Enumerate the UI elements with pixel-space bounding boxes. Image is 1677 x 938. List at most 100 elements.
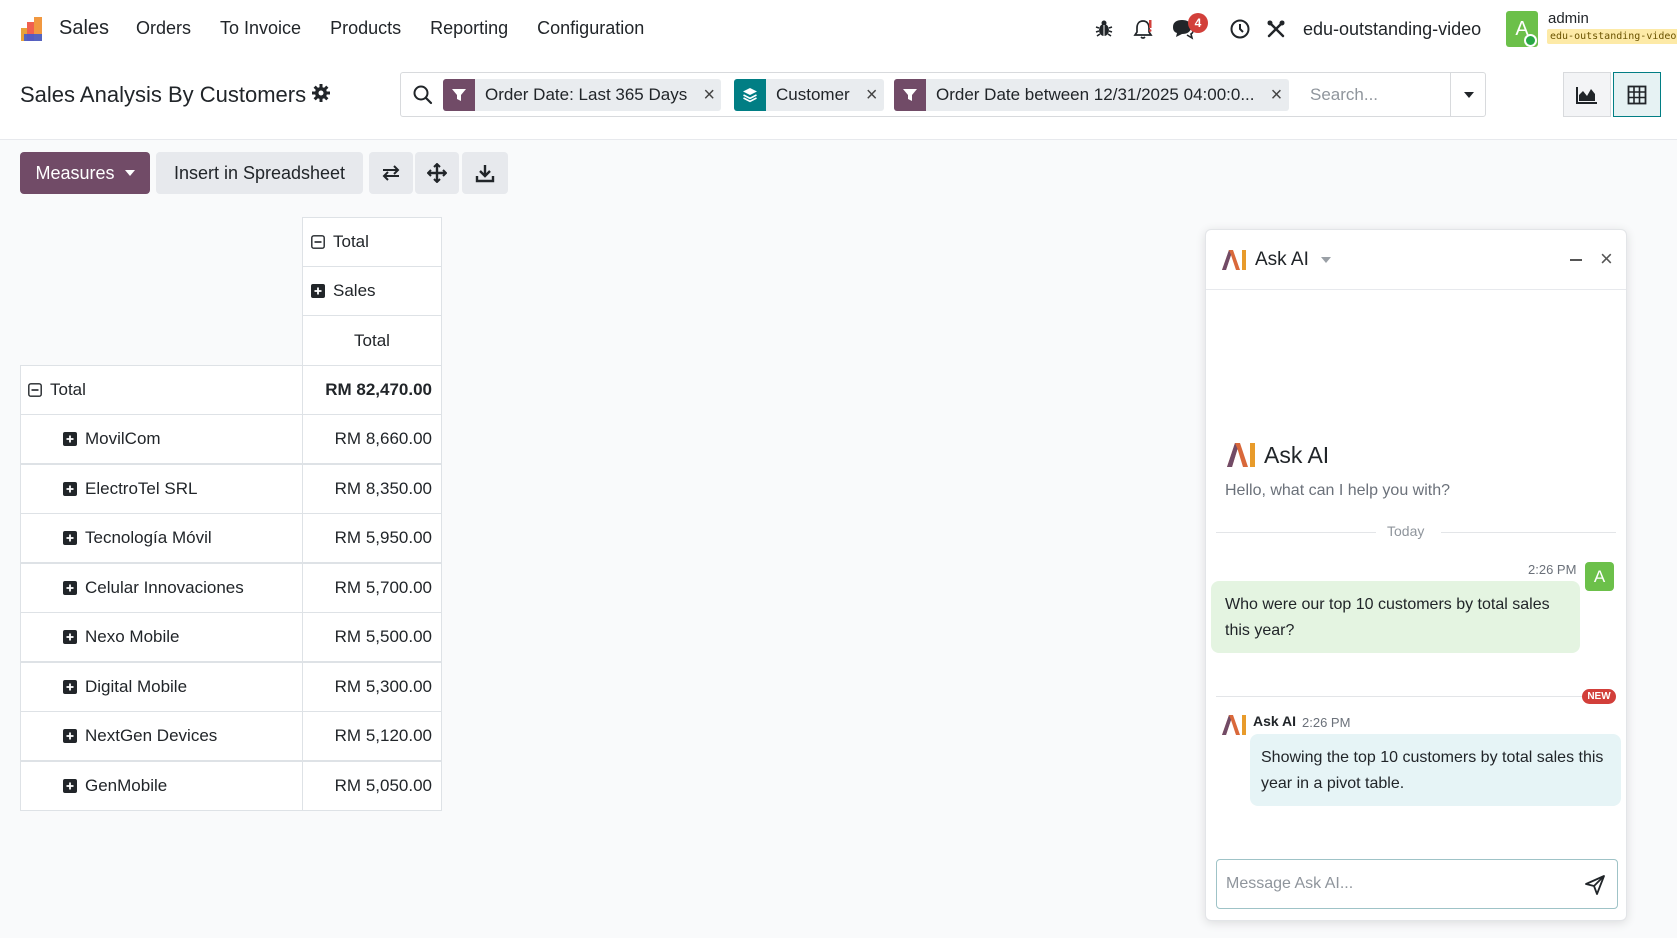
ask-ai-avatar-icon [1222,715,1246,735]
row-header-label: GenMobile [85,775,168,795]
remove-facet-icon[interactable]: × [860,79,884,111]
app-name[interactable]: Sales [59,17,109,40]
row-header-customer[interactable]: Digital Mobile [20,661,303,712]
expand-all-button[interactable] [415,152,459,194]
search-options-toggle[interactable] [1450,73,1486,116]
row-header-customer[interactable]: Tecnología Móvil [20,513,303,563]
row-header-label: MovilCom [85,429,161,448]
ask-ai-greeting: Hello, what can I help you with? [1225,482,1451,499]
row-header-label: ElectroTel SRL [85,478,198,498]
row-header-label: Celular Innovaciones [85,577,244,597]
chevron-down-icon[interactable] [1321,257,1331,263]
row-header-label: Total [50,380,86,399]
value-cell[interactable]: RM 5,050.00 [302,760,442,811]
menu-orders[interactable]: Orders [136,18,191,39]
pivot-view-button[interactable] [1613,72,1661,117]
menu-to-invoice[interactable]: To Invoice [220,18,301,39]
message-count-badge: 4 [1188,13,1208,33]
row-header-label: Digital Mobile [85,676,188,696]
row-header-customer[interactable]: GenMobile [20,760,303,811]
date-separator: Today [1387,523,1425,539]
facet-order-date-between[interactable]: Order Date between 12/31/2025 04:00:0...… [894,79,1289,111]
ask-ai-welcome-title: Ask AI [1264,442,1330,468]
user-name[interactable]: admin [1548,10,1589,27]
gear-icon[interactable] [311,83,331,103]
bug-icon[interactable] [1092,17,1116,41]
graph-view-button[interactable] [1563,72,1611,117]
database-name[interactable]: edu-outstanding-video [1303,19,1481,40]
col-header-total[interactable]: Total [302,217,442,267]
search-input[interactable] [1310,80,1450,110]
online-status-dot [1524,34,1537,47]
minimize-icon[interactable] [1570,259,1582,261]
tools-icon[interactable] [1264,17,1288,41]
new-badge: NEW [1582,689,1616,704]
expand-icon [63,729,77,743]
menu-products[interactable]: Products [330,18,401,39]
flip-axis-button[interactable] [369,152,413,194]
row-header-customer[interactable]: NextGen Devices [20,711,303,761]
value-cell[interactable]: RM 5,300.00 [302,661,442,712]
row-header-customer[interactable]: Celular Innovaciones [20,562,303,613]
message-input[interactable] [1226,869,1566,899]
facet-order-date-365[interactable]: Order Date: Last 365 Days × [443,79,722,111]
expand-icon [63,580,77,595]
layers-icon [734,79,766,111]
row-header-customer[interactable]: Nexo Mobile [20,612,303,662]
ai-message-time: 2:26 PM [1302,715,1351,730]
new-messages-divider [1216,696,1582,697]
value-cell[interactable]: RM 8,350.00 [302,463,442,514]
measure-header-label: Total [354,330,390,350]
insert-in-spreadsheet-button[interactable]: Insert in Spreadsheet [156,152,363,194]
close-icon[interactable]: × [1600,246,1613,272]
value-cell[interactable]: RM 5,500.00 [302,612,442,662]
ask-ai-panel: Ask AI × Ask AI Hello, what can I help y… [1205,229,1627,921]
row-header-total[interactable]: Total [20,365,303,415]
value-cell[interactable]: RM 8,660.00 [302,414,442,464]
arrows-expand-icon [427,163,447,183]
facet-groupby-customer[interactable]: Customer × [734,79,884,111]
caret-down-icon [1463,91,1474,98]
remove-facet-icon[interactable]: × [1265,79,1289,111]
measures-button[interactable]: Measures [20,152,150,194]
value-cell[interactable]: RM 5,950.00 [302,513,442,563]
expand-icon [63,778,77,793]
col-header-label: Total [333,232,369,251]
search-icon[interactable] [412,84,434,106]
ask-ai-title[interactable]: Ask AI [1255,249,1309,271]
value-cell[interactable]: RM 5,120.00 [302,711,442,761]
download-button[interactable] [462,152,508,194]
control-panel: Sales Analysis By Customers Order Date: … [0,58,1677,140]
bell-icon[interactable] [1131,17,1155,41]
measure-header[interactable]: Total [302,315,442,366]
main-menu: Orders To Invoice Products Reporting Con… [136,18,673,39]
ask-ai-logo-icon [1227,443,1255,467]
collapse-icon [311,235,325,249]
row-header-customer[interactable]: ElectroTel SRL [20,463,303,514]
filter-icon [443,79,475,111]
caret-down-icon [124,170,135,176]
col-header-sales[interactable]: Sales [302,266,442,316]
message-composer [1216,859,1618,909]
total-value-cell[interactable]: RM 82,470.00 [302,365,442,415]
remove-facet-icon[interactable]: × [697,79,721,111]
value-cell[interactable]: RM 5,700.00 [302,562,442,613]
menu-configuration[interactable]: Configuration [537,18,644,39]
row-header-customer[interactable]: MovilCom [20,414,303,464]
activity-clock-icon[interactable] [1228,17,1252,41]
facet-label: Order Date between 12/31/2025 04:00:0... [936,85,1255,104]
page-title: Sales Analysis By Customers [20,82,307,107]
col-header-label: Sales [333,281,376,300]
expand-icon [63,432,77,446]
ai-sender-name: Ask AI [1253,713,1297,729]
filter-icon [894,79,926,111]
menu-reporting[interactable]: Reporting [430,18,508,39]
sales-app-icon[interactable] [20,16,46,42]
ai-message-bubble: Showing the top 10 customers by total sa… [1250,734,1621,806]
top-navbar: Sales Orders To Invoice Products Reporti… [0,0,1677,58]
table-icon [1627,85,1647,104]
expand-icon [63,531,77,545]
expand-icon [63,481,77,496]
divider [1216,532,1376,533]
send-icon[interactable] [1583,873,1607,897]
